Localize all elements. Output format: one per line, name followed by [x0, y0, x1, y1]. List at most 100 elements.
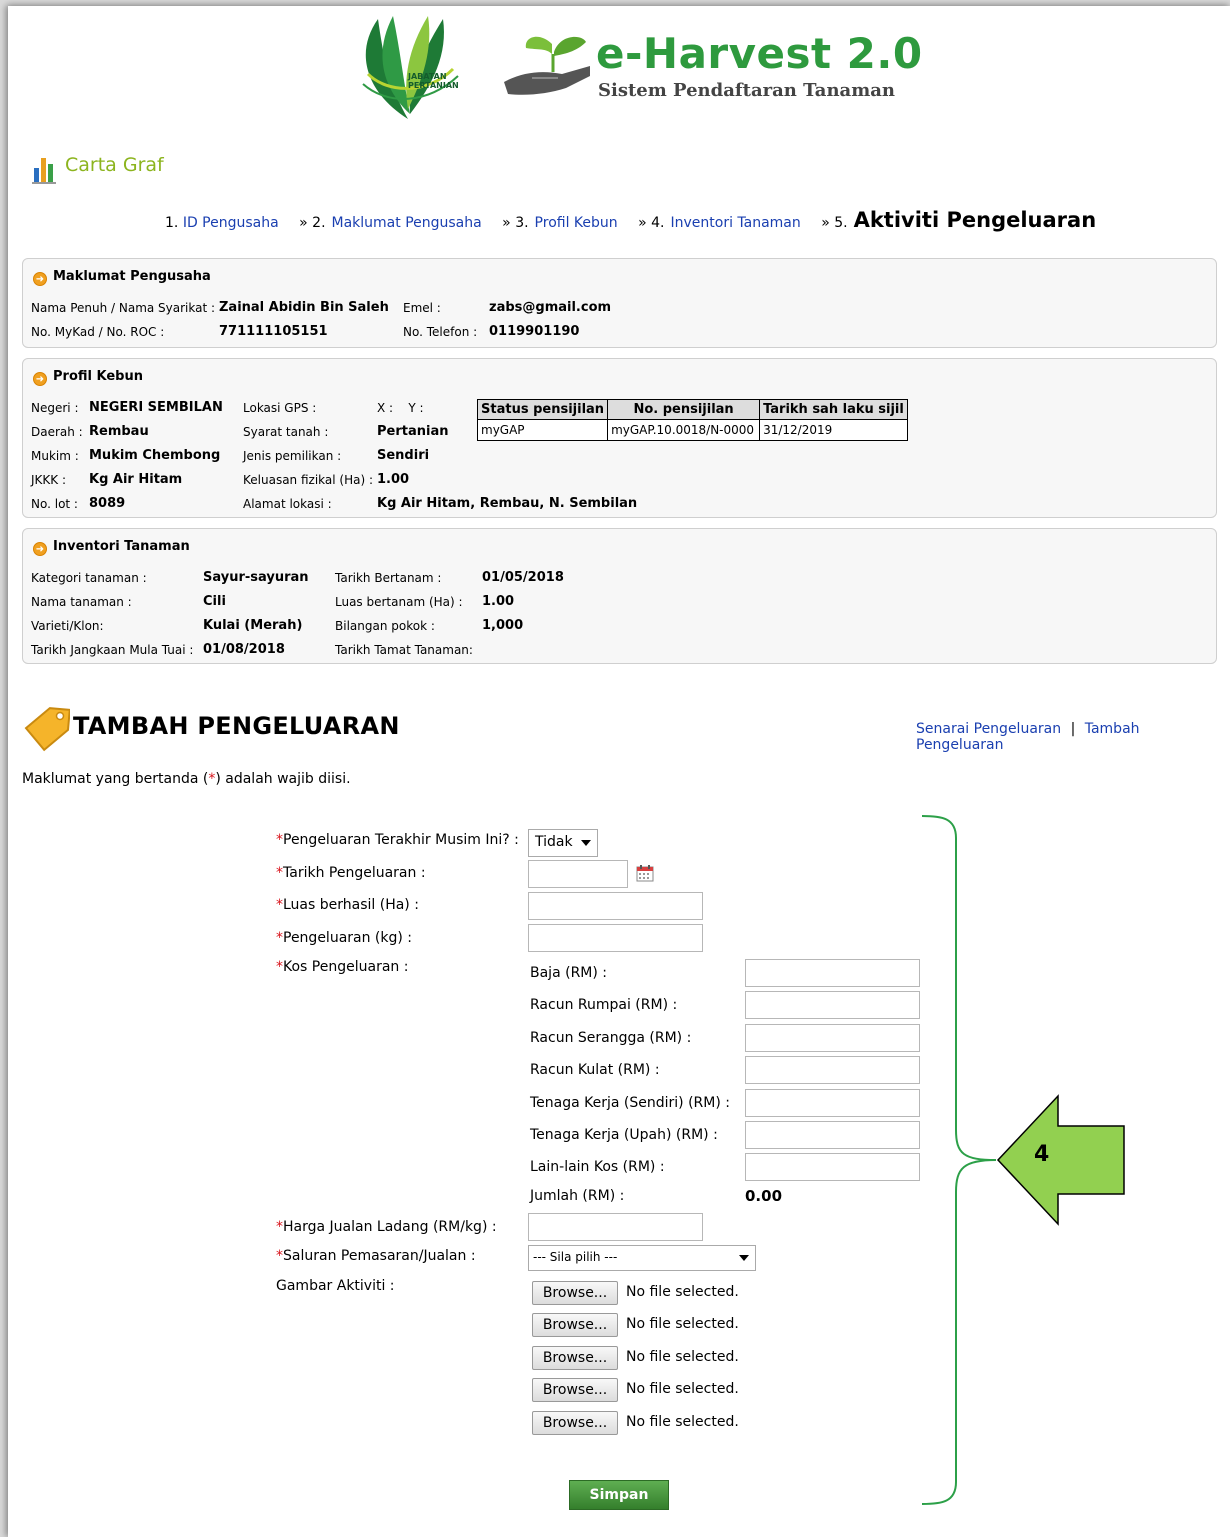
alamat-value: Kg Air Hitam, Rembau, N. Sembilan	[377, 496, 638, 511]
inventori-title: ➜ Inventori Tanaman	[33, 539, 190, 556]
pengeluaran-kg-label: *Pengeluaran (kg) :	[276, 930, 413, 946]
emel-value: zabs@gmail.com	[489, 300, 612, 315]
luas-bertanam-label: Luas bertanam (Ha) :	[335, 595, 463, 609]
pokok-label: Bilangan pokok :	[335, 619, 435, 633]
table-header: Status pensijilan	[476, 399, 609, 420]
telefon-value: 0119901190	[489, 324, 580, 339]
kos-racun-serangga-label: Racun Serangga (RM) :	[530, 1030, 692, 1046]
mukim-label: Mukim :	[31, 449, 79, 463]
table-cell: myGAP.10.0018/N-0000	[607, 419, 761, 441]
gps-xy: X : Y :	[377, 401, 424, 415]
step-id-pengusaha[interactable]: ID Pengusaha	[183, 215, 279, 231]
bertanam-label: Tarikh Bertanam :	[335, 571, 442, 585]
table-header-row: Status pensijilan No. pensijilan Tarikh …	[476, 399, 908, 420]
bar-chart-icon[interactable]	[32, 152, 56, 184]
file-status-4: No file selected.	[626, 1381, 739, 1397]
alamat-label: Alamat lokasi :	[243, 497, 332, 511]
harga-input[interactable]	[528, 1213, 703, 1241]
daerah-value: Rembau	[89, 424, 149, 439]
inventori-panel: ➜ Inventori Tanaman Kategori tanaman : Sa…	[22, 528, 1217, 664]
step-4-number: » 4.	[638, 215, 665, 231]
terakhir-label: *Pengeluaran Terakhir Musim Ini? :	[276, 832, 519, 848]
top-links: Senarai Pengeluaran | Tambah Pengeluaran	[916, 721, 1230, 753]
tarikh-label: *Tarikh Pengeluaran :	[276, 865, 426, 881]
pemilikan-value: Sendiri	[377, 448, 430, 463]
tarikh-input[interactable]	[528, 860, 628, 888]
kos-racun-serangga-input[interactable]	[745, 1024, 920, 1052]
jumlah-label: Jumlah (RM) :	[530, 1188, 625, 1204]
browse-button-3[interactable]: Browse...	[532, 1346, 618, 1370]
terakhir-select[interactable]: Tidak	[528, 829, 598, 857]
pemilikan-label: Jenis pemilikan :	[243, 449, 342, 463]
browse-button-4[interactable]: Browse...	[532, 1378, 618, 1402]
jangkaan-value: 01/08/2018	[203, 642, 285, 657]
bertanam-value: 01/05/2018	[482, 570, 564, 585]
senarai-pengeluaran-link[interactable]: Senarai Pengeluaran	[916, 721, 1061, 737]
negeri-label: Negeri :	[31, 401, 79, 415]
table-header: No. pensijilan	[607, 399, 761, 420]
annotation-bracket	[921, 815, 1125, 1505]
kos-tenaga-upah-label: Tenaga Kerja (Upah) (RM) :	[530, 1127, 718, 1143]
gambar-label: Gambar Aktiviti :	[276, 1278, 395, 1294]
gps-label: Lokasi GPS :	[243, 401, 317, 415]
chevron-down-icon	[739, 1255, 749, 1261]
kos-lain-input[interactable]	[745, 1153, 920, 1181]
luas-label: *Luas berhasil (Ha) :	[276, 897, 419, 913]
file-status-2: No file selected.	[626, 1316, 739, 1332]
kos-tenaga-upah-input[interactable]	[745, 1121, 920, 1149]
kategori-label: Kategori tanaman :	[31, 571, 147, 585]
luas-input[interactable]	[528, 892, 703, 920]
harga-label: *Harga Jualan Ladang (RM/kg) :	[276, 1219, 497, 1235]
page-title: TAMBAH PENGELUARAN	[73, 712, 400, 740]
lot-label: No. lot :	[31, 497, 78, 511]
browse-button-2[interactable]: Browse...	[532, 1313, 618, 1337]
arrow-right-icon: ➜	[33, 372, 47, 386]
jabatan-pertanian-logo	[362, 16, 459, 119]
step-5-number: » 5.	[821, 215, 848, 231]
kebun-title: ➜ Profil Kebun	[33, 369, 143, 386]
step-maklumat-pengusaha[interactable]: Maklumat Pengusaha	[332, 215, 482, 231]
table-header: Tarikh sah laku sijil	[759, 399, 908, 420]
varieti-value: Kulai (Merah)	[203, 618, 303, 633]
tamat-label: Tarikh Tamat Tanaman:	[335, 643, 473, 657]
dept-logo-text: JABATAN PERTANIAN	[408, 72, 459, 90]
kos-tenaga-sendiri-label: Tenaga Kerja (Sendiri) (RM) :	[530, 1095, 730, 1111]
kebun-panel: ➜ Profil Kebun Negeri : NEGERI SEMBILAN D…	[22, 358, 1217, 518]
daerah-label: Daerah :	[31, 425, 83, 439]
jkkk-value: Kg Air Hitam	[89, 472, 183, 487]
emel-label: Emel :	[403, 301, 441, 315]
carta-graf-link[interactable]: Carta Graf	[65, 154, 164, 176]
saluran-select[interactable]: --- Sila pilih ---	[528, 1245, 756, 1271]
kos-tenaga-sendiri-input[interactable]	[745, 1089, 920, 1117]
simpan-button[interactable]: Simpan	[569, 1480, 669, 1510]
kos-racun-rumpai-input[interactable]	[745, 991, 920, 1019]
link-separator: |	[1070, 721, 1076, 737]
varieti-label: Varieti/Klon:	[31, 619, 104, 633]
browse-button-1[interactable]: Browse...	[532, 1281, 618, 1305]
kos-baja-input[interactable]	[745, 959, 920, 987]
arrow-right-icon: ➜	[33, 272, 47, 286]
required-note: Maklumat yang bertanda (*) adalah wajib …	[22, 771, 351, 787]
step-breadcrumb: 1. ID Pengusaha » 2. Maklumat Pengusaha »…	[165, 208, 1096, 232]
step-profil-kebun[interactable]: Profil Kebun	[535, 215, 618, 231]
tag-icon	[24, 707, 70, 752]
step-2-number: » 2.	[299, 215, 326, 231]
mukim-value: Mukim Chembong	[89, 448, 221, 463]
pengusaha-panel: ➜ Maklumat Pengusaha Nama Penuh / Nama Sy…	[22, 258, 1217, 348]
jkkk-label: JKKK :	[31, 473, 67, 487]
pengeluaran-kg-input[interactable]	[528, 924, 703, 952]
calendar-icon[interactable]	[636, 864, 654, 882]
browse-button-5[interactable]: Browse...	[532, 1411, 618, 1435]
pengusaha-title: ➜ Maklumat Pengusaha	[33, 269, 211, 286]
callout-number: 4	[1034, 1142, 1050, 1167]
step-inventori-tanaman[interactable]: Inventori Tanaman	[670, 215, 800, 231]
mykad-value: 771111105151	[219, 324, 328, 339]
saluran-label: *Saluran Pemasaran/Jualan :	[276, 1248, 476, 1264]
step-1-number: 1.	[165, 215, 179, 231]
mykad-label: No. MyKad / No. ROC :	[31, 325, 165, 339]
certification-table: Status pensijilan No. pensijilan Tarikh …	[476, 399, 908, 441]
pokok-value: 1,000	[482, 618, 524, 633]
kos-racun-kulat-input[interactable]	[745, 1056, 920, 1084]
kos-lain-label: Lain-lain Kos (RM) :	[530, 1159, 665, 1175]
table-cell: myGAP	[476, 419, 609, 441]
